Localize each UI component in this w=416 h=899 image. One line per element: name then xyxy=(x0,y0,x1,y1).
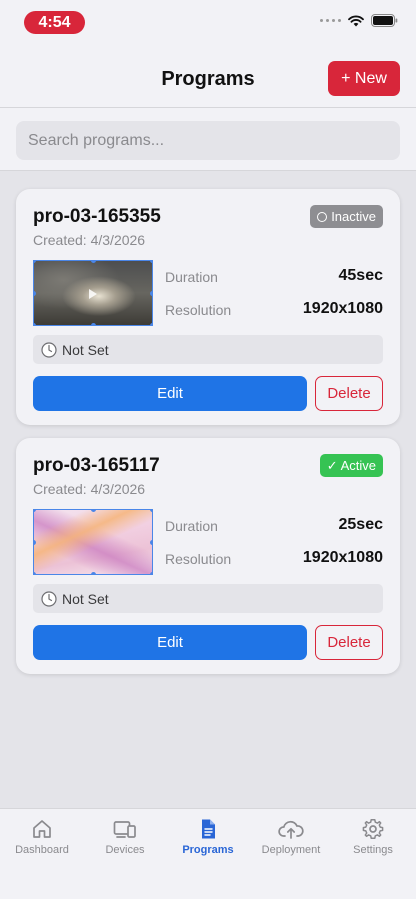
resize-handle xyxy=(150,572,152,574)
resize-handle xyxy=(150,540,152,545)
program-created-date: Created: 4/3/2026 xyxy=(33,232,146,248)
cloud-upload-icon xyxy=(278,820,304,839)
tab-label: Programs xyxy=(182,844,234,856)
resize-handle xyxy=(91,572,96,574)
resolution-value: 1920x1080 xyxy=(302,300,383,317)
tab-deployment[interactable]: Deployment xyxy=(251,818,331,856)
resize-handle xyxy=(34,540,36,545)
tab-dashboard[interactable]: Dashboard xyxy=(2,818,82,856)
program-card: pro-03-165355 Created: 4/3/2026 Inactive… xyxy=(16,189,400,425)
edit-button[interactable]: Edit xyxy=(33,376,307,411)
schedule-status: Not Set xyxy=(33,335,383,364)
program-card: pro-03-165117 Created: 4/3/2026 ✓ Active… xyxy=(16,438,400,674)
status-bar: 4:54 xyxy=(0,0,416,48)
search-bar xyxy=(0,108,416,171)
resolution-label: Resolution xyxy=(165,551,232,567)
schedule-status: Not Set xyxy=(33,584,383,613)
duration-label: Duration xyxy=(165,518,218,534)
search-input[interactable] xyxy=(16,121,400,160)
wifi-icon xyxy=(348,15,364,26)
home-icon xyxy=(33,820,51,838)
tab-label: Deployment xyxy=(261,844,321,856)
circle-icon xyxy=(317,211,328,222)
resize-handle xyxy=(34,261,36,263)
resize-handle xyxy=(91,510,96,512)
edit-button[interactable]: Edit xyxy=(33,625,307,660)
tab-label: Dashboard xyxy=(15,844,69,856)
program-name: pro-03-165117 xyxy=(33,455,160,476)
program-thumbnail[interactable] xyxy=(33,260,153,326)
program-created-date: Created: 4/3/2026 xyxy=(33,481,146,497)
resize-handle xyxy=(91,323,96,325)
delete-button[interactable]: Delete xyxy=(315,625,383,660)
header: Programs + New xyxy=(0,48,416,108)
resize-handle xyxy=(150,323,152,325)
schedule-label: Not Set xyxy=(62,341,109,358)
document-icon xyxy=(202,819,215,839)
play-icon xyxy=(89,289,97,299)
battery-icon xyxy=(371,14,398,27)
tab-programs[interactable]: Programs xyxy=(168,818,248,856)
resize-handle xyxy=(34,291,36,296)
resize-handle xyxy=(34,323,36,325)
status-icons xyxy=(320,14,398,27)
duration-value: 25sec xyxy=(338,516,384,533)
duration-label: Duration xyxy=(165,269,218,285)
signal-icon xyxy=(320,19,341,22)
resize-handle xyxy=(34,510,36,512)
resize-handle xyxy=(150,261,152,263)
delete-button[interactable]: Delete xyxy=(315,376,383,411)
tab-devices[interactable]: Devices xyxy=(85,818,165,856)
resolution-value: 1920x1080 xyxy=(302,549,383,566)
schedule-label: Not Set xyxy=(62,590,109,607)
tab-bar: Dashboard Devices Programs Deployment Se… xyxy=(0,808,416,899)
duration-value: 45sec xyxy=(338,267,384,284)
resize-handle xyxy=(34,572,36,574)
tab-settings[interactable]: Settings xyxy=(333,818,413,856)
status-badge: ✓ Active xyxy=(319,454,383,477)
program-name: pro-03-165355 xyxy=(33,206,161,227)
resize-handle xyxy=(150,291,152,296)
status-badge: Inactive xyxy=(310,205,383,228)
clock-icon xyxy=(41,341,57,358)
clock-icon xyxy=(41,590,57,607)
status-badge-label: Inactive xyxy=(331,209,376,224)
status-time: 4:54 xyxy=(24,11,85,34)
devices-icon xyxy=(113,821,136,838)
tab-label: Settings xyxy=(353,844,393,856)
resize-handle xyxy=(150,510,152,512)
resolution-label: Resolution xyxy=(165,302,232,318)
resize-handle xyxy=(91,261,96,263)
tab-label: Devices xyxy=(105,844,145,856)
new-program-button[interactable]: + New xyxy=(328,61,400,96)
status-badge-label: ✓ Active xyxy=(326,458,376,473)
gear-icon xyxy=(362,819,384,839)
program-thumbnail[interactable] xyxy=(33,509,153,575)
